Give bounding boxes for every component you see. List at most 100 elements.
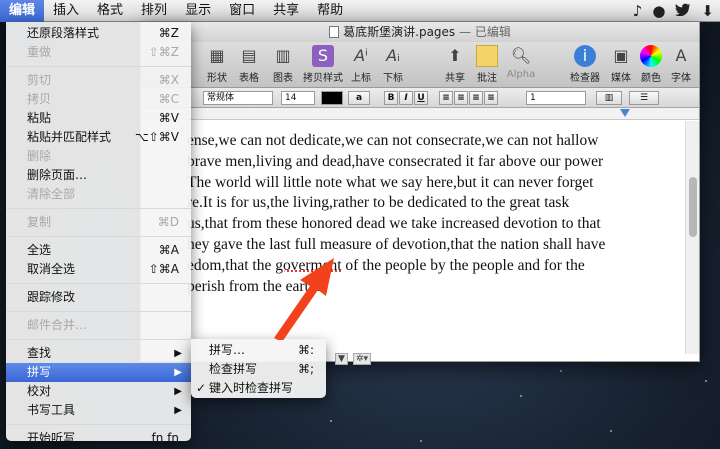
menu-item-label: 删除 xyxy=(27,149,52,163)
text-line: us,that from these honored dead we take … xyxy=(187,215,601,233)
callout-arrow-icon xyxy=(274,258,334,340)
align-right-button[interactable]: ≡ xyxy=(469,91,483,105)
edit-menu-item[interactable]: 删除页面… xyxy=(6,166,191,185)
menu-separator xyxy=(6,208,191,209)
menu-arrange[interactable]: 排列 xyxy=(132,0,176,22)
toolbar-colors-label: 颜色 xyxy=(641,73,661,84)
menu-format[interactable]: 格式 xyxy=(88,0,132,22)
ruler[interactable] xyxy=(141,108,699,120)
toolbar-inspector-button[interactable]: i 检查器 xyxy=(565,45,605,84)
bold-button[interactable]: B xyxy=(384,91,398,105)
columns-button[interactable]: ▥ xyxy=(596,91,622,105)
toolbar-chart-label: 图表 xyxy=(273,73,293,84)
menu-item-shortcut: ⇧⌘A xyxy=(148,262,179,276)
menu-item-shortcut: ⌥⇧⌘V xyxy=(134,130,179,144)
text-line: The world will little note what we say h… xyxy=(187,173,594,191)
edit-menu-item: 拷贝 ⌘C xyxy=(6,90,191,109)
copy-style-icon: S xyxy=(312,45,334,67)
underline-button[interactable]: U xyxy=(414,91,428,105)
toolbar-alpha-button[interactable]: 🔍︎ Alpha xyxy=(501,45,541,80)
spelling-menu-item[interactable]: 检查拼写 ⌘; xyxy=(191,360,326,379)
chart-icon: ▥ xyxy=(275,46,291,65)
star xyxy=(330,420,332,422)
music-note-icon[interactable]: ♪ xyxy=(633,0,643,22)
pages-window: 葛底斯堡演讲.pages — 已编辑 ▦ 形状 ▤ 表格 ▥ 图表 S 拷贝样式 Aⁱ 上… xyxy=(140,22,701,365)
menu-item-label: 还原段落样式 xyxy=(27,26,100,40)
page-nav-button[interactable]: ▼ xyxy=(335,353,348,365)
list-button[interactable]: ☰ xyxy=(629,91,659,105)
submenu-arrow-icon: ▶ xyxy=(174,348,182,359)
spelling-menu-item[interactable]: 拼写… ⌘: xyxy=(191,341,326,360)
edit-menu-item[interactable]: 开始听写 fn fn xyxy=(6,429,191,448)
menu-item-label: 拷贝 xyxy=(27,92,52,106)
toolbar-chart-button[interactable]: ▥ 图表 xyxy=(263,45,303,84)
edit-menu-item[interactable]: 拼写 ▶ xyxy=(6,363,191,382)
menu-item-shortcut: ⌘X xyxy=(158,73,179,87)
menu-item-label: 粘贴 xyxy=(27,111,52,125)
align-center-button[interactable]: ≡ xyxy=(454,91,468,105)
edit-menu-item[interactable]: 跟踪修改 xyxy=(6,288,191,307)
status-area: ♪ ● ⬇ xyxy=(633,0,714,22)
edit-menu-item[interactable]: 校对 ▶ xyxy=(6,382,191,401)
menu-item-label: 跟踪修改 xyxy=(27,290,76,304)
toolbar-fonts-button[interactable]: A 字体 xyxy=(661,45,701,84)
toolbar-media-label: 媒体 xyxy=(611,73,631,84)
menu-help[interactable]: 帮助 xyxy=(308,0,352,22)
toolbar-fonts-label: 字体 xyxy=(671,73,691,84)
text-color-swatch[interactable] xyxy=(321,91,343,105)
edit-menu: 还原段落样式 ⌘Z 重做 ⇧⌘Z 剪切 ⌘X 拷贝 ⌘C 粘贴 ⌘V 粘贴并匹配样式 ⌥⇧⌘V 删除 删除… xyxy=(6,22,191,445)
menu-edit[interactable]: 编辑 xyxy=(0,0,45,22)
edit-menu-item: 剪切 ⌘X xyxy=(6,71,191,90)
line-spacing-select[interactable]: 1 xyxy=(526,91,586,105)
toolbar-shapes-label: 形状 xyxy=(207,73,227,84)
menu-insert[interactable]: 插入 xyxy=(44,0,88,22)
table-icon: ▤ xyxy=(241,46,257,65)
menu-item-shortcut: fn fn xyxy=(151,431,179,445)
toolbar-subscript-button[interactable]: Aᵢ 下标 xyxy=(373,45,413,84)
italic-button[interactable]: I xyxy=(399,91,413,105)
checkmark-icon: ✓ xyxy=(196,381,207,395)
edit-menu-item[interactable]: 粘贴并匹配样式 ⌥⇧⌘V xyxy=(6,128,191,147)
menu-item-label: 删除页面… xyxy=(27,168,88,182)
color-wheel-icon xyxy=(640,45,662,67)
document-page[interactable]: ense,we can not dedicate,we can not cons… xyxy=(141,121,686,354)
toolbar-table-label: 表格 xyxy=(239,73,259,84)
menu-window[interactable]: 窗口 xyxy=(220,0,264,22)
superscript-icon: Aⁱ xyxy=(354,46,368,65)
window-titlebar[interactable]: 葛底斯堡演讲.pages — 已编辑 xyxy=(141,22,699,42)
font-size-select[interactable]: 14 xyxy=(281,91,315,105)
edit-menu-item[interactable]: 取消全选 ⇧⌘A xyxy=(6,260,191,279)
spelling-submenu: 拼写… ⌘: 检查拼写 ⌘; ✓ 键入时检查拼写 xyxy=(191,339,326,398)
edit-menu-item[interactable]: 粘贴 ⌘V xyxy=(6,109,191,128)
justify-button[interactable]: ≡ xyxy=(484,91,498,105)
gear-icon[interactable]: ✲▾ xyxy=(353,353,372,365)
edit-menu-item[interactable]: 全选 ⌘A xyxy=(6,241,191,260)
shape-icon: ▦ xyxy=(209,46,225,65)
star xyxy=(610,430,612,432)
highlight-color-button[interactable]: a xyxy=(348,91,370,105)
menu-share[interactable]: 共享 xyxy=(264,0,308,22)
menu-view[interactable]: 显示 xyxy=(176,0,220,22)
qq-penguin-icon[interactable]: ● xyxy=(652,0,665,22)
menu-item-label: 书写工具 xyxy=(27,403,76,417)
scrollbar-thumb[interactable] xyxy=(689,177,697,237)
text-line: ense,we can not dedicate,we can not cons… xyxy=(187,132,599,149)
spelling-menu-item[interactable]: ✓ 键入时检查拼写 xyxy=(191,379,326,398)
menu-item-label: 查找 xyxy=(27,346,52,360)
download-icon[interactable]: ⬇ xyxy=(701,0,714,22)
toolbar-copy-style-button[interactable]: S 拷贝样式 xyxy=(303,45,343,84)
menu-item-label: 取消全选 xyxy=(27,262,76,276)
menu-item-label: 粘贴并匹配样式 xyxy=(27,130,112,144)
media-icon: ▣ xyxy=(613,46,629,65)
vertical-scrollbar[interactable] xyxy=(685,121,699,354)
edit-menu-item[interactable]: 书写工具 ▶ xyxy=(6,401,191,420)
edit-menu-item[interactable]: 还原段落样式 ⌘Z xyxy=(6,24,191,43)
twitter-bird-icon[interactable] xyxy=(675,0,691,22)
paragraph-style-select[interactable]: 常规体 xyxy=(203,91,273,105)
text-segment: of the people by the people and for the xyxy=(341,256,585,274)
edited-status: — 已编辑 xyxy=(459,25,511,39)
tab-stop-marker[interactable] xyxy=(620,109,630,117)
edit-menu-item[interactable]: 查找 ▶ xyxy=(6,344,191,363)
align-left-button[interactable]: ≡ xyxy=(439,91,453,105)
document-icon xyxy=(329,26,340,38)
